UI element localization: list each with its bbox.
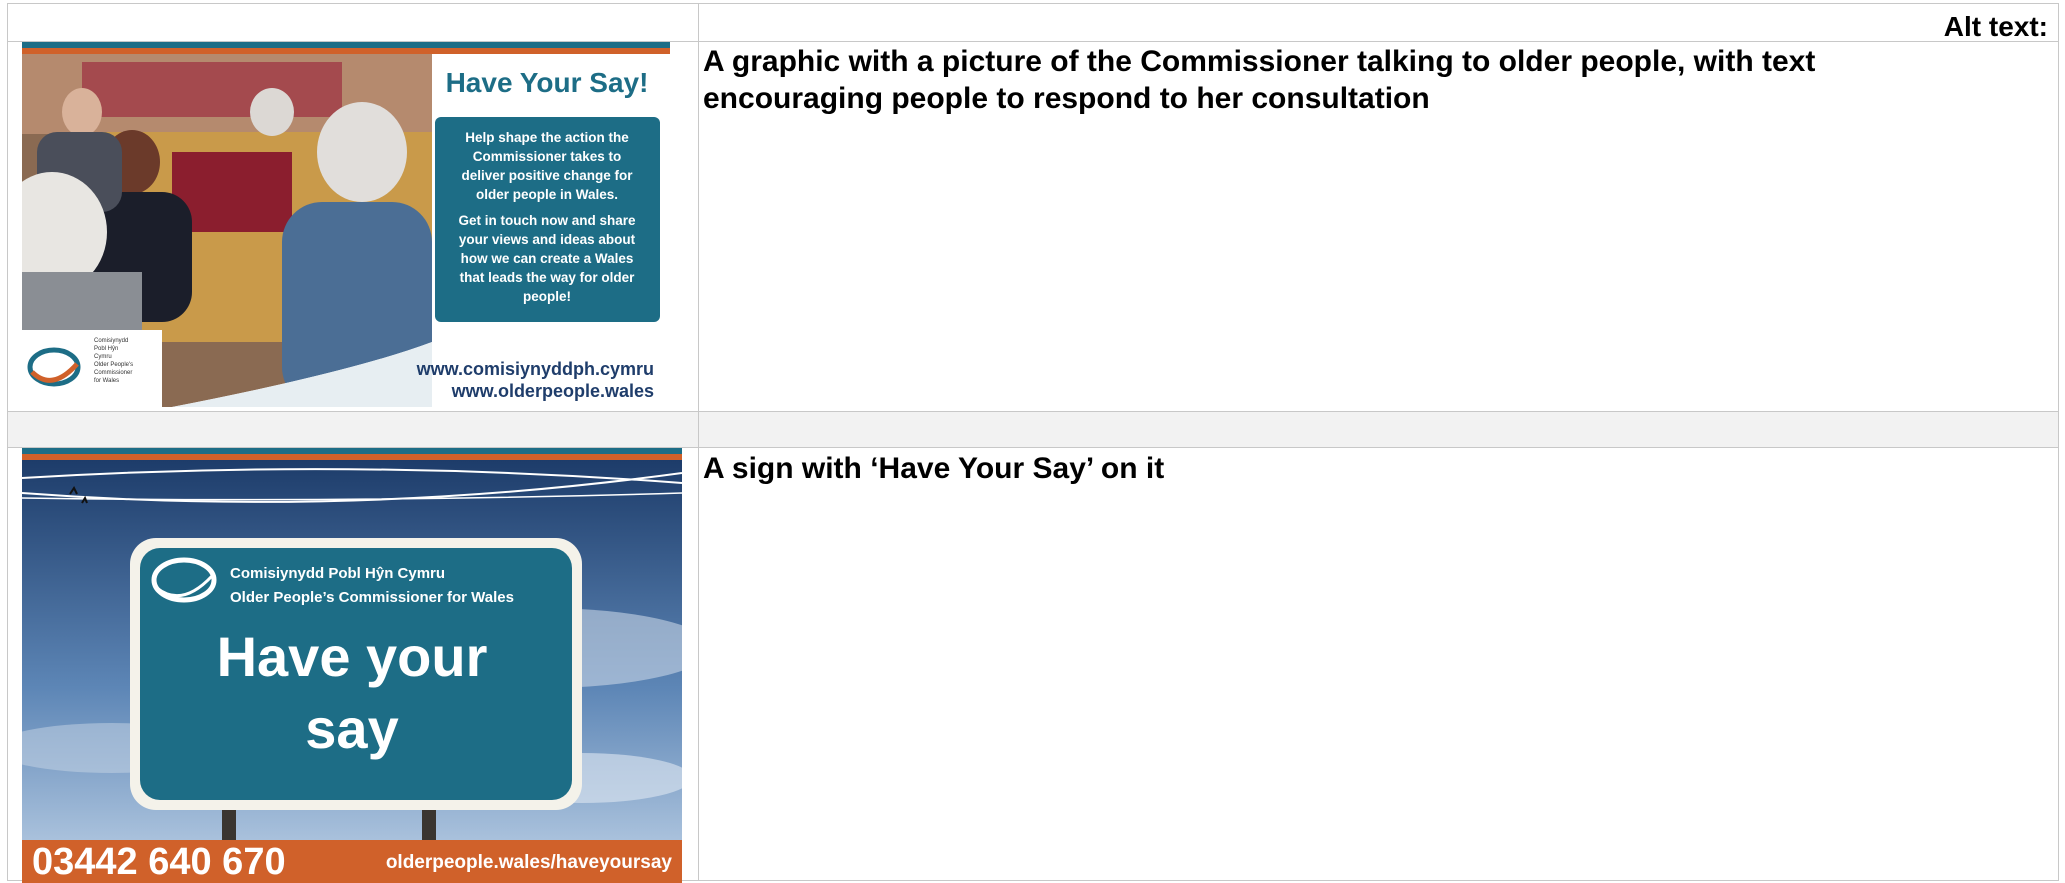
sign-org-line-1: Comisiynydd Pobl Hŷn Cymru bbox=[230, 565, 445, 582]
sign-heading-line-2: say bbox=[305, 697, 398, 760]
header-row bbox=[8, 4, 2058, 41]
row-1-alt-text: A graphic with a picture of the Commissi… bbox=[703, 45, 1816, 115]
graphic-1-url-2: www.olderpeople.wales bbox=[451, 381, 654, 401]
graphic-text-line: deliver positive change for bbox=[461, 168, 633, 183]
graphic-text-line: Older People's bbox=[94, 362, 133, 368]
graphic-text-line: Commissioner takes to bbox=[473, 149, 622, 164]
have-your-say-graphic: Have Your Say! Help shape the action the… bbox=[22, 42, 670, 407]
row-2-alt-text: A sign with ‘Have Your Say’ on it bbox=[703, 452, 1165, 485]
sign-heading-line-1: Have your bbox=[217, 625, 488, 688]
graphic-1-heading: Have Your Say! bbox=[446, 67, 649, 98]
graphic-text-line: older people in Wales. bbox=[476, 187, 618, 202]
graphic-text-line: people! bbox=[523, 289, 571, 304]
graphic-1-heading-text: Have Your Say! bbox=[446, 67, 649, 98]
graphic-text-line: Pobl Hŷn bbox=[94, 346, 118, 352]
graphic-text-line: that leads the way for older bbox=[460, 270, 636, 285]
graphic-text-line: Cymru bbox=[94, 354, 112, 360]
graphic-text-line: how we can create a Wales bbox=[461, 251, 634, 266]
graphic-text-line: your views and ideas about bbox=[459, 232, 636, 247]
graphic-text-line: Comisiynydd bbox=[94, 338, 128, 344]
have-your-say-sign-graphic: Comisiynydd Pobl Hŷn Cymru Older People’… bbox=[22, 448, 682, 883]
alt-text-header: Alt text: bbox=[1943, 11, 2048, 42]
graphic-1-url-1: www.comisiynyddph.cymru bbox=[416, 359, 654, 379]
graphic-text-line: Commissioner bbox=[94, 370, 132, 376]
graphic-text-line: Get in touch now and share bbox=[458, 213, 636, 228]
sign-phone-number: 03442 640 670 bbox=[32, 841, 286, 883]
graphic-text-line: for Wales bbox=[94, 378, 119, 384]
sign-org-line-2: Older People’s Commissioner for Wales bbox=[230, 589, 514, 606]
sign-url: olderpeople.wales/haveyoursay bbox=[386, 852, 673, 873]
spacer-row bbox=[8, 411, 2058, 447]
graphic-text-line: Help shape the action the bbox=[465, 130, 629, 145]
